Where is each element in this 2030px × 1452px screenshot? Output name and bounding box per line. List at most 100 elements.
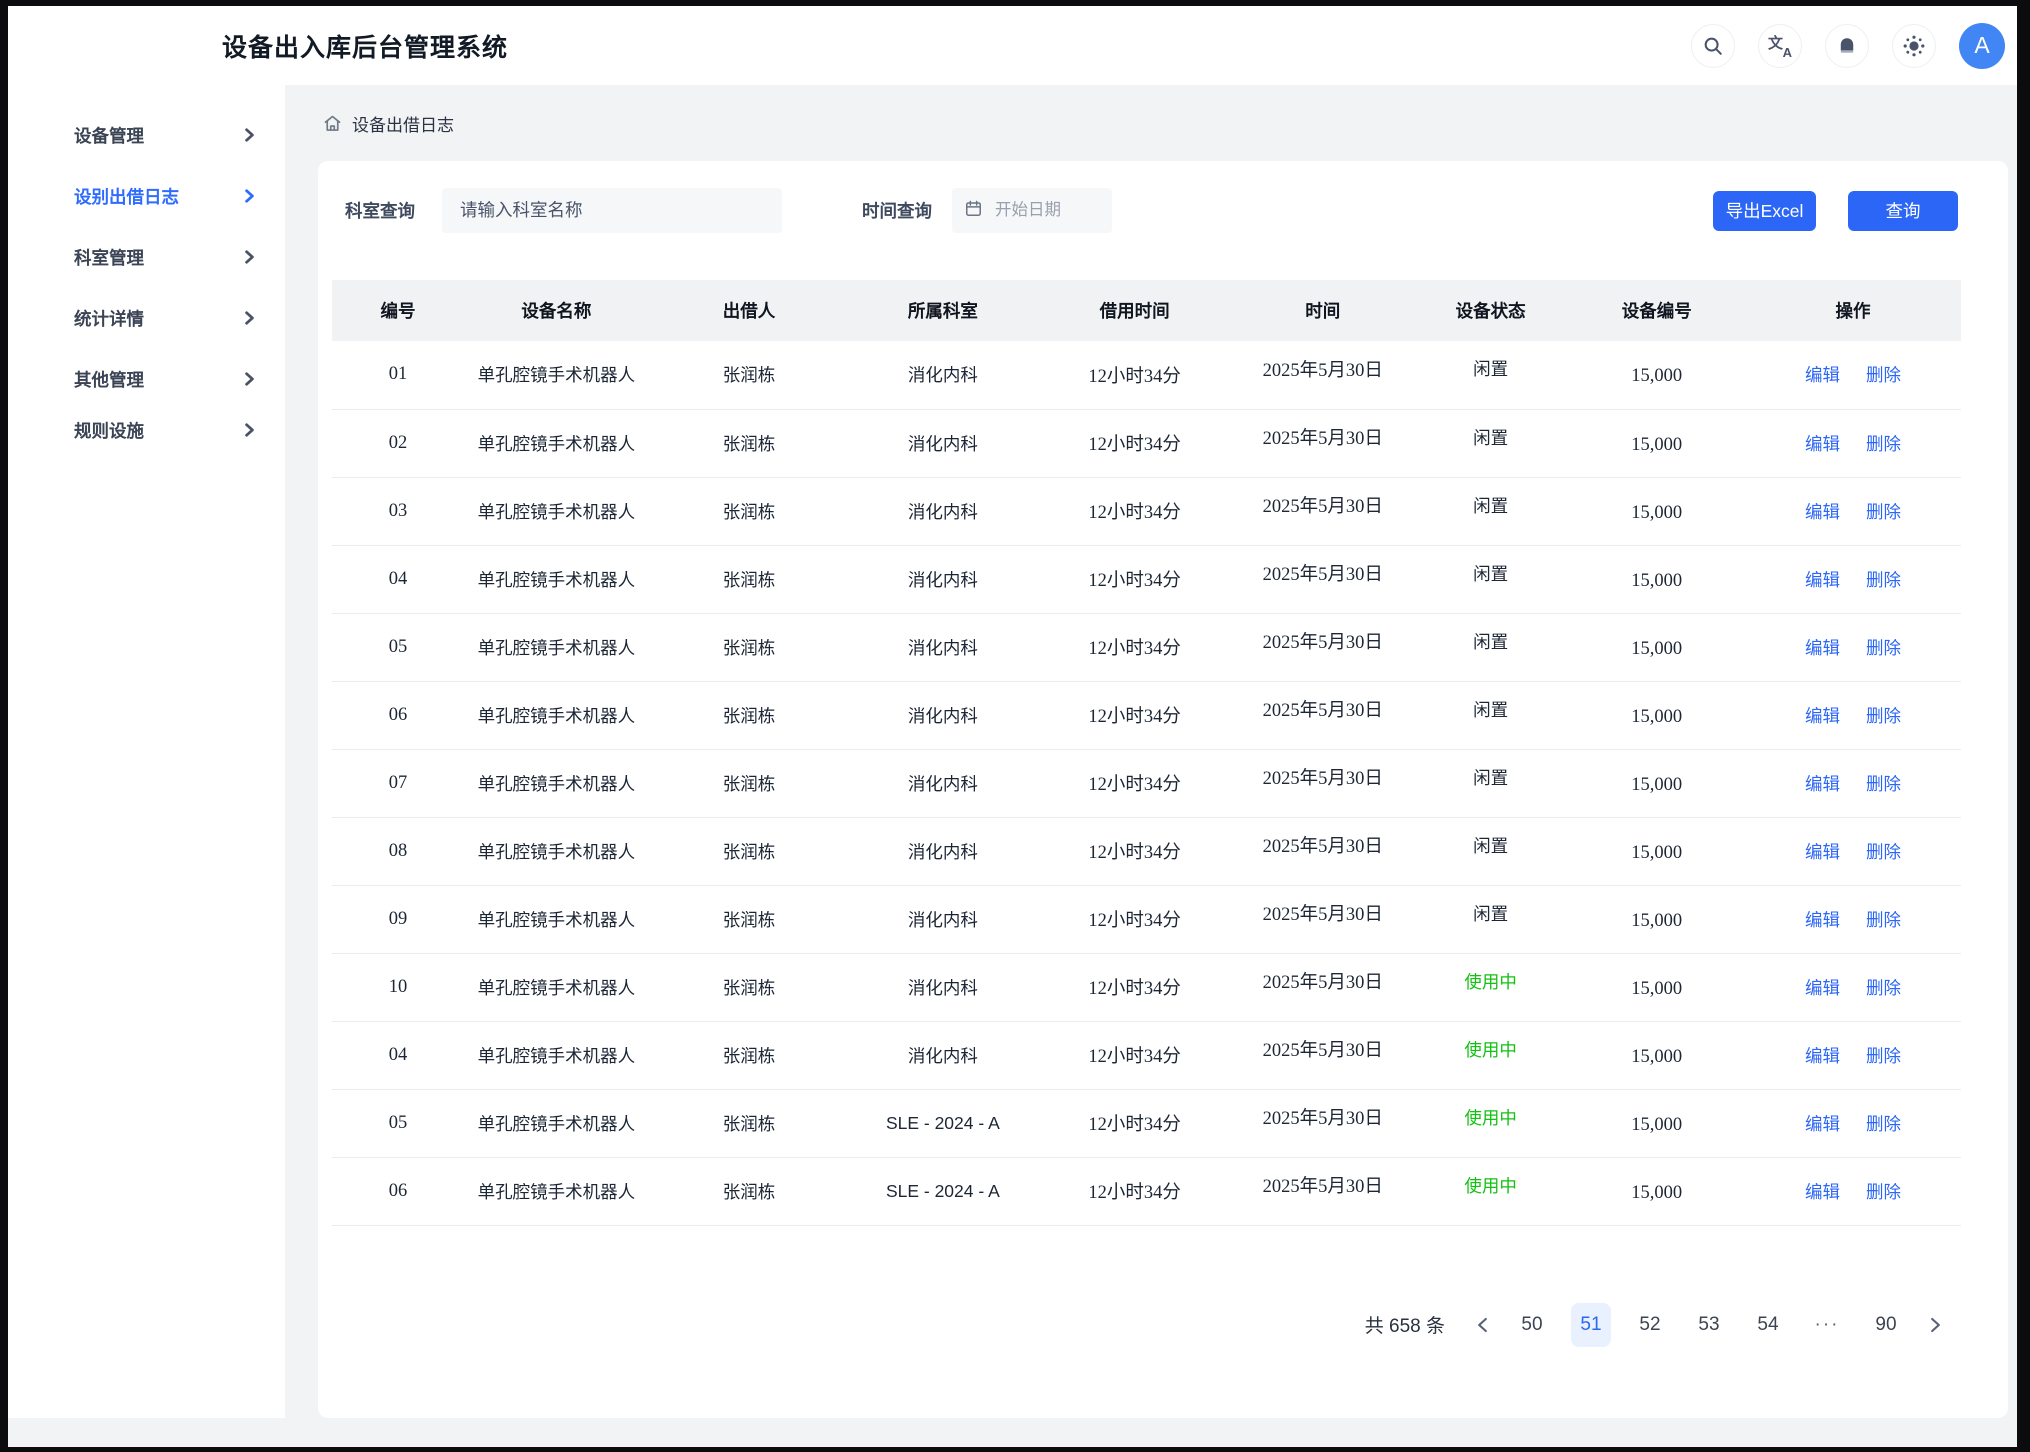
cell-id: 08 (332, 817, 464, 885)
cell-date: 2025年5月30日 (1233, 879, 1413, 947)
cell-device-name: 单孔腔镜手术机器人 (464, 409, 649, 477)
delete-link[interactable]: 删除 (1866, 842, 1901, 862)
edit-link[interactable]: 编辑 (1805, 434, 1840, 454)
delete-link[interactable]: 删除 (1866, 1114, 1901, 1134)
edit-link[interactable]: 编辑 (1805, 910, 1840, 930)
chevron-right-icon (244, 250, 255, 264)
edit-link[interactable]: 编辑 (1805, 638, 1840, 658)
search-button[interactable] (1691, 24, 1735, 68)
delete-link[interactable]: 删除 (1866, 365, 1901, 385)
cell-dept: 消化内科 (849, 341, 1036, 409)
notifications-button[interactable] (1825, 24, 1869, 68)
next-page-icon[interactable] (1925, 1317, 1946, 1333)
cell-dept: 消化内科 (849, 817, 1036, 885)
cell-dept: 消化内科 (849, 613, 1036, 681)
cell-status: 使用中 (1413, 947, 1569, 1015)
delete-link[interactable]: 删除 (1866, 1046, 1901, 1066)
cell-duration: 12小时34分 (1037, 1021, 1233, 1089)
cell-date: 2025年5月30日 (1233, 811, 1413, 879)
edit-link[interactable]: 编辑 (1805, 502, 1840, 522)
dept-search-input[interactable] (442, 188, 782, 233)
edit-link[interactable]: 编辑 (1805, 1182, 1840, 1202)
delete-link[interactable]: 删除 (1866, 978, 1901, 998)
cell-duration: 12小时34分 (1037, 545, 1233, 613)
cell-status: 闲置 (1413, 607, 1569, 675)
cell-lender: 张润栋 (649, 341, 849, 409)
cell-actions: 编辑 删除 (1745, 817, 1961, 885)
home-icon[interactable] (322, 113, 343, 134)
edit-link[interactable]: 编辑 (1805, 706, 1840, 726)
col-id: 编号 (332, 280, 464, 341)
cell-id: 06 (332, 1157, 464, 1225)
cell-duration: 12小时34分 (1037, 681, 1233, 749)
cell-status: 闲置 (1413, 675, 1569, 743)
cell-device-name: 单孔腔镜手术机器人 (464, 817, 649, 885)
edit-link[interactable]: 编辑 (1805, 365, 1840, 385)
cell-duration: 12小时34分 (1037, 749, 1233, 817)
edit-link[interactable]: 编辑 (1805, 774, 1840, 794)
pagination-page-50[interactable]: 50 (1512, 1303, 1552, 1347)
avatar[interactable]: A (1959, 23, 2005, 69)
cell-actions: 编辑 删除 (1745, 1021, 1961, 1089)
pagination-page-53[interactable]: 53 (1689, 1303, 1729, 1347)
edit-link[interactable]: 编辑 (1805, 570, 1840, 590)
cell-dept: 消化内科 (849, 885, 1036, 953)
query-button[interactable]: 查询 (1848, 191, 1958, 231)
language-button[interactable]: 文A (1758, 24, 1802, 68)
pagination-ellipsis: ··· (1807, 1303, 1847, 1347)
cell-duration: 12小时34分 (1037, 409, 1233, 477)
pagination-page-51[interactable]: 51 (1571, 1303, 1611, 1347)
cell-duration: 12小时34分 (1037, 477, 1233, 545)
content-panel: 科室查询 时间查询 (318, 161, 2008, 1418)
delete-link[interactable]: 删除 (1866, 1182, 1901, 1202)
cell-actions: 编辑 删除 (1745, 545, 1961, 613)
pagination-page-52[interactable]: 52 (1630, 1303, 1670, 1347)
sidebar-item-device-mgmt[interactable]: 设备管理 (74, 113, 255, 157)
sidebar-item-other-mgmt[interactable]: 其他管理 (74, 357, 255, 401)
cell-device-name: 单孔腔镜手术机器人 (464, 1157, 649, 1225)
cell-date: 2025年5月30日 (1233, 471, 1413, 539)
table-row: 01单孔腔镜手术机器人张润栋消化内科12小时34分2025年5月30日闲置15,… (332, 341, 1961, 409)
sidebar-item-rules[interactable]: 规则设施 (74, 408, 255, 452)
export-excel-button[interactable]: 导出Excel (1713, 191, 1816, 231)
prev-page-icon[interactable] (1472, 1317, 1493, 1333)
delete-link[interactable]: 删除 (1866, 638, 1901, 658)
cell-actions: 编辑 删除 (1745, 885, 1961, 953)
cell-date: 2025年5月30日 (1233, 1083, 1413, 1151)
sidebar-item-label: 统计详情 (74, 306, 144, 331)
cell-device-name: 单孔腔镜手术机器人 (464, 613, 649, 681)
delete-link[interactable]: 删除 (1866, 434, 1901, 454)
edit-link[interactable]: 编辑 (1805, 1046, 1840, 1066)
sidebar-item-stats[interactable]: 统计详情 (74, 296, 255, 340)
delete-link[interactable]: 删除 (1866, 706, 1901, 726)
cell-device-name: 单孔腔镜手术机器人 (464, 953, 649, 1021)
start-date-input[interactable] (995, 201, 1095, 220)
sidebar-item-lend-log[interactable]: 设别出借日志 (74, 174, 255, 218)
sidebar-item-label: 规则设施 (74, 418, 144, 443)
edit-link[interactable]: 编辑 (1805, 978, 1840, 998)
cell-status: 闲置 (1413, 811, 1569, 879)
cell-actions: 编辑 删除 (1745, 477, 1961, 545)
cell-date: 2025年5月30日 (1233, 1015, 1413, 1083)
sidebar-item-dept-mgmt[interactable]: 科室管理 (74, 235, 255, 279)
pagination-page-54[interactable]: 54 (1748, 1303, 1788, 1347)
delete-link[interactable]: 删除 (1866, 570, 1901, 590)
cell-code: 15,000 (1568, 751, 1745, 819)
cell-date: 2025年5月30日 (1233, 403, 1413, 471)
col-dept: 所属科室 (849, 280, 1036, 341)
theme-button[interactable] (1892, 24, 1936, 68)
cell-id: 06 (332, 681, 464, 749)
cell-device-name: 单孔腔镜手术机器人 (464, 545, 649, 613)
translate-icon: 文A (1768, 34, 1792, 58)
cell-id: 04 (332, 545, 464, 613)
delete-link[interactable]: 删除 (1866, 774, 1901, 794)
pagination-page-90[interactable]: 90 (1866, 1303, 1906, 1347)
edit-link[interactable]: 编辑 (1805, 1114, 1840, 1134)
edit-link[interactable]: 编辑 (1805, 842, 1840, 862)
page-body: 设备管理 设别出借日志 科室管理 统计详情 其他管理 (8, 85, 2017, 1447)
chevron-right-icon (244, 311, 255, 325)
start-date-picker[interactable] (952, 188, 1112, 233)
cell-duration: 12小时34分 (1037, 613, 1233, 681)
delete-link[interactable]: 删除 (1866, 502, 1901, 522)
delete-link[interactable]: 删除 (1866, 910, 1901, 930)
